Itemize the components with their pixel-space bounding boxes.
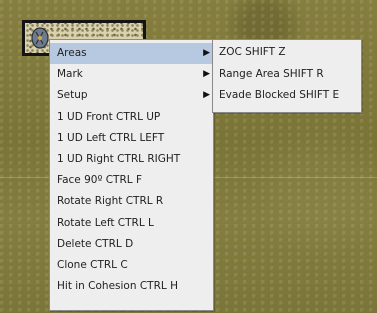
menu-item-label: Areas [57, 47, 87, 59]
submenu-arrow-icon: ▶ [203, 90, 210, 101]
menu-item-rotate-left[interactable]: Rotate Left CTRL L [50, 213, 213, 234]
menu-item-rotate-right[interactable]: Rotate Right CTRL R [50, 191, 213, 212]
menu-item-hit-in-cohesion[interactable]: Hit in Cohesion CTRL H [50, 276, 213, 297]
menu-item-label: ZOC SHIFT Z [219, 46, 286, 58]
areas-submenu: ZOC SHIFT Z Range Area SHIFT R Evade Blo… [212, 39, 362, 113]
menu-item-label: 1 UD Left CTRL LEFT [57, 131, 165, 144]
unit-counter-icon [31, 27, 49, 49]
menu-item-delete[interactable]: Delete CTRL D [50, 234, 213, 255]
menu-item-mark[interactable]: Mark ▶ [50, 64, 213, 85]
menu-item-label: Range Area SHIFT R [219, 67, 324, 80]
menu-item-label: Mark [57, 68, 83, 81]
menu-item-setup[interactable]: Setup ▶ [50, 85, 213, 106]
menu-item-label: Clone CTRL C [57, 258, 128, 271]
menu-item-label: 1 UD Right CTRL RIGHT [57, 152, 181, 165]
submenu-item-range-area[interactable]: Range Area SHIFT R [213, 64, 361, 86]
submenu-arrow-icon: ▶ [203, 48, 210, 58]
submenu-item-zoc[interactable]: ZOC SHIFT Z [213, 42, 361, 64]
menu-item-label: 1 UD Front CTRL UP [57, 110, 161, 123]
menu-item-face-90[interactable]: Face 90º CTRL F [50, 170, 213, 191]
menu-item-areas[interactable]: Areas ▶ [50, 43, 213, 65]
menu-item-label: Rotate Right CTRL R [57, 195, 164, 208]
menu-item-label: Rotate Left CTRL L [57, 216, 154, 229]
menu-item-1-ud-left[interactable]: 1 UD Left CTRL LEFT [50, 128, 213, 149]
menu-item-label: Evade Blocked SHIFT E [219, 89, 340, 101]
menu-item-label: Delete CTRL D [57, 237, 134, 250]
menu-item-clone[interactable]: Clone CTRL C [50, 255, 213, 276]
submenu-item-evade-blocked[interactable]: Evade Blocked SHIFT E [213, 85, 361, 107]
menu-item-label: Setup [57, 89, 88, 102]
menu-item-1-ud-front[interactable]: 1 UD Front CTRL UP [50, 107, 213, 128]
menu-item-label: Face 90º CTRL F [57, 174, 142, 187]
context-menu: Areas ▶ Mark ▶ Setup ▶ 1 UD Front CTRL U… [49, 39, 214, 311]
menu-item-1-ud-right[interactable]: 1 UD Right CTRL RIGHT [50, 149, 213, 170]
submenu-arrow-icon: ▶ [203, 69, 210, 80]
menu-item-label: Hit in Cohesion CTRL H [57, 280, 178, 293]
